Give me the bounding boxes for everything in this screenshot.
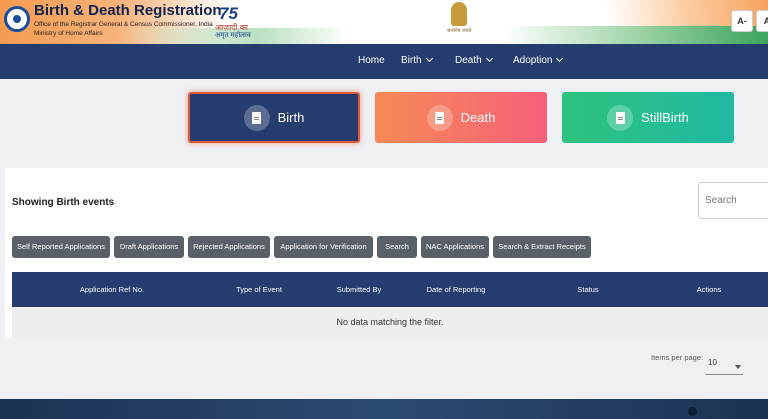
column-header-submitted-by[interactable]: Submitted By — [337, 285, 382, 294]
nav-item-birth[interactable]: Birth — [401, 54, 433, 66]
filter-verification-button[interactable]: Application for Verification — [274, 236, 373, 258]
event-card-label: StillBirth — [641, 110, 689, 125]
camera-dot-icon — [688, 407, 697, 416]
site-title: Birth & Death Registration — [34, 2, 222, 19]
column-header-date[interactable]: Date of Reporting — [427, 285, 486, 294]
items-per-page-select[interactable]: 10 — [705, 355, 743, 375]
search-input[interactable] — [699, 183, 768, 218]
site-subtitle-office: Office of the Registrar General & Census… — [34, 21, 213, 28]
document-icon — [607, 104, 634, 131]
bottom-bar — [0, 399, 768, 419]
font-decrease-button[interactable]: A- — [731, 10, 753, 32]
nav-item-label: Adoption — [513, 55, 553, 66]
column-header-type[interactable]: Type of Event — [236, 285, 282, 294]
caret-down-icon — [735, 365, 741, 369]
nav-item-label: Home — [358, 55, 385, 66]
site-subtitle-ministry: Ministry of Home Affairs — [34, 30, 103, 37]
document-icon — [426, 104, 453, 131]
nav-item-label: Death — [455, 55, 482, 66]
event-card-stillbirth[interactable]: StillBirth — [562, 92, 734, 143]
filter-search-button[interactable]: Search — [377, 236, 417, 258]
column-header-ref-no[interactable]: Application Ref No. — [80, 285, 144, 294]
crs-logo-icon[interactable] — [4, 6, 30, 32]
main-nav: Home Birth Death Adoption — [0, 44, 768, 79]
emblem-caption: सत्यमेव जयते — [447, 28, 472, 34]
azadi-logo-number: 75 — [219, 4, 238, 23]
ashoka-emblem-icon — [451, 2, 467, 26]
nav-item-adoption[interactable]: Adoption — [513, 54, 564, 66]
items-per-page-label: Items per page: — [651, 353, 704, 362]
column-header-actions: Actions — [696, 285, 722, 294]
national-emblem: सत्यमेव जयते — [447, 2, 471, 40]
event-card-label: Death — [460, 110, 496, 125]
filter-nac-button[interactable]: NAC Applications — [421, 236, 489, 258]
event-card-birth[interactable]: Birth — [188, 92, 360, 143]
table-header: Application Ref No. Type of Event Submit… — [12, 272, 768, 307]
nav-item-home[interactable]: Home — [358, 55, 385, 66]
site-header: Birth & Death Registration Office of the… — [0, 0, 768, 44]
azadi-logo-text-line2: अमृत महोत्सव — [215, 32, 251, 39]
azadi-ka-amrit-mahotsav-logo: 75 आज़ादी का अमृत महोत्सव — [215, 4, 263, 40]
items-per-page-value: 10 — [708, 358, 717, 367]
empty-message: No data matching the filter. — [336, 317, 444, 327]
table-empty-row: No data matching the filter. — [12, 307, 768, 338]
filter-self-reported-button[interactable]: Self Reported Applications — [12, 236, 110, 258]
chevron-down-icon — [556, 54, 564, 63]
chevron-down-icon — [425, 54, 433, 63]
search-box[interactable] — [698, 182, 768, 219]
header-green-stripe — [438, 26, 768, 44]
filter-draft-button[interactable]: Draft Applications — [114, 236, 184, 258]
nav-item-label: Birth — [401, 55, 422, 66]
nav-item-death[interactable]: Death — [455, 54, 493, 66]
event-card-death[interactable]: Death — [375, 92, 547, 143]
filter-search-extract-button[interactable]: Search & Extract Receipts — [493, 236, 591, 258]
column-header-status[interactable]: Status — [577, 285, 598, 294]
document-icon — [243, 104, 270, 131]
font-normal-button[interactable]: A — [756, 10, 768, 32]
event-card-label: Birth — [277, 110, 305, 125]
panel-title: Showing Birth events — [12, 197, 115, 208]
chevron-down-icon — [485, 54, 493, 63]
filter-rejected-button[interactable]: Rejected Applications — [188, 236, 270, 258]
events-panel: Showing Birth events Self Reported Appli… — [5, 168, 768, 338]
